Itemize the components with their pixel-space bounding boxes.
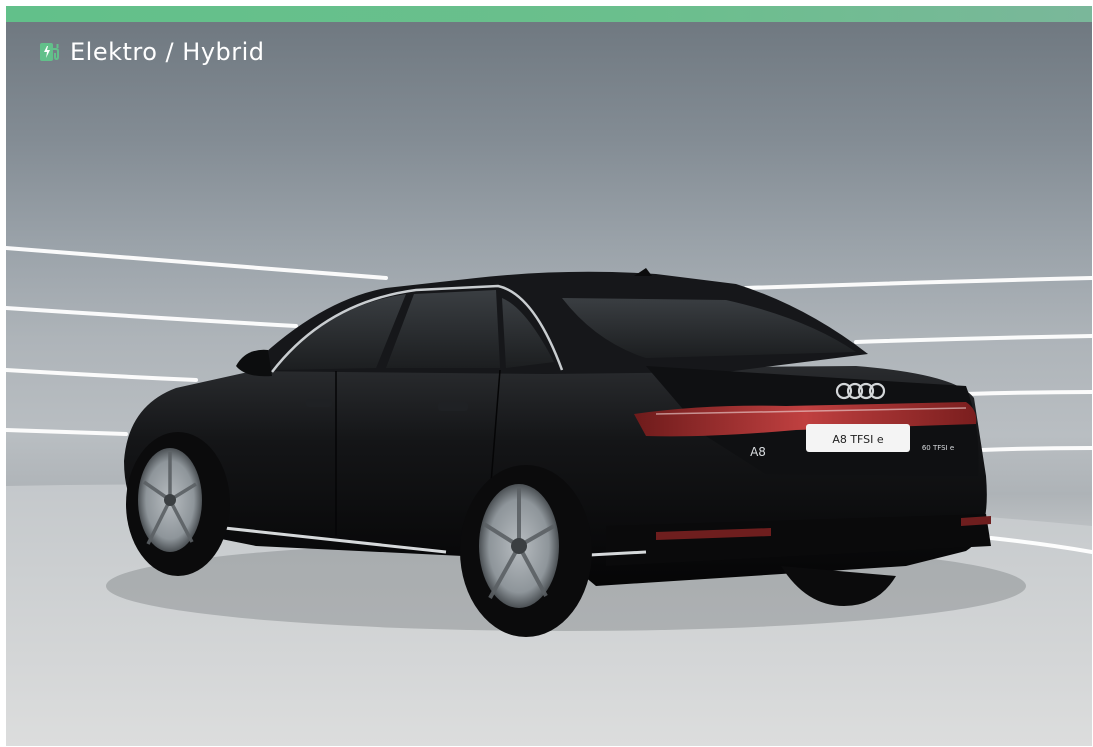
accent-bar [6, 6, 1092, 22]
ev-charger-icon [40, 43, 59, 61]
rear-wheel [460, 465, 592, 637]
powertrain-badge: Elektro / Hybrid [38, 40, 265, 64]
license-plate-text: A8 TFSI e [832, 433, 884, 446]
front-wheel [126, 432, 230, 576]
hero-image-frame: A8 TFSI e A8 60 TFSI e Elektro / Hybrid [6, 6, 1092, 746]
car-showroom-scene: A8 TFSI e A8 60 TFSI e [6, 246, 1092, 746]
trunk-badge-text: 60 TFSI e [922, 444, 954, 452]
powertrain-label: Elektro / Hybrid [70, 38, 265, 66]
model-badge-text: A8 [750, 445, 766, 459]
